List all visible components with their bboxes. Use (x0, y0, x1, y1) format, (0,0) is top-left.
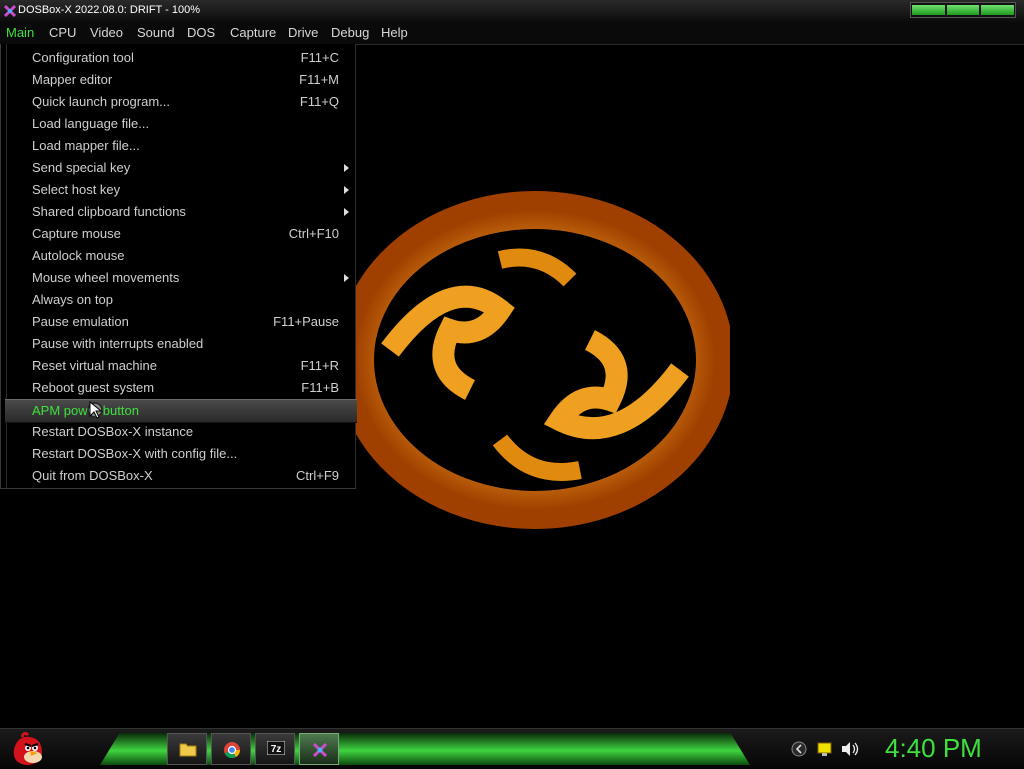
folder-icon (179, 743, 197, 757)
chrome-icon (224, 742, 241, 759)
dosbox-app-icon (3, 4, 17, 18)
menu-item-shared-clipboard[interactable]: Shared clipboard functions (7, 201, 355, 223)
menu-item-configuration-tool[interactable]: Configuration tool F11+C (7, 47, 355, 69)
menu-help[interactable]: Help (381, 25, 408, 40)
menu-debug[interactable]: Debug (331, 25, 369, 40)
taskbar: 7z 4:40 PM (0, 728, 1024, 769)
taskbar-chrome-button[interactable] (211, 733, 251, 765)
menu-item-reboot-guest[interactable]: Reboot guest system F11+B (7, 377, 355, 399)
minimize-button[interactable] (912, 5, 945, 15)
window-controls (910, 2, 1016, 18)
dosbox-icon (312, 742, 328, 758)
window-title: DOSBox-X 2022.08.0: DRIFT - 100% (18, 4, 200, 16)
chevron-left-icon[interactable] (791, 741, 807, 757)
menu-sound[interactable]: Sound (137, 25, 175, 40)
menu-video[interactable]: Video (90, 25, 123, 40)
angry-bird-icon[interactable] (6, 729, 46, 769)
taskbar-7zip-button[interactable]: 7z (255, 733, 295, 765)
taskbar-clock[interactable]: 4:40 PM (885, 733, 982, 764)
menu-item-pause-emulation[interactable]: Pause emulation F11+Pause (7, 311, 355, 333)
menu-main[interactable]: Main (6, 25, 34, 40)
submenu-arrow-icon (344, 274, 349, 282)
menu-item-reset-vm[interactable]: Reset virtual machine F11+R (7, 355, 355, 377)
menu-drive[interactable]: Drive (288, 25, 318, 40)
menu-item-quit[interactable]: Quit from DOSBox-X Ctrl+F9 (7, 465, 355, 487)
mouse-cursor-icon (87, 400, 103, 419)
title-bar: DOSBox-X 2022.08.0: DRIFT - 100% (0, 0, 1024, 23)
menu-cpu[interactable]: CPU (49, 25, 76, 40)
menu-item-load-language[interactable]: Load language file... (7, 113, 355, 135)
menu-item-load-mapper[interactable]: Load mapper file... (7, 135, 355, 157)
notification-icon[interactable] (817, 742, 832, 756)
menu-item-mapper-editor[interactable]: Mapper editor F11+M (7, 69, 355, 91)
menu-item-autolock-mouse[interactable]: Autolock mouse (7, 245, 355, 267)
submenu-arrow-icon (344, 164, 349, 172)
svg-text:7z: 7z (271, 744, 282, 755)
menu-bar: Main CPU Video Sound DOS Capture Drive D… (0, 22, 1024, 45)
menu-item-capture-mouse[interactable]: Capture mouse Ctrl+F10 (7, 223, 355, 245)
menu-item-apm-power-button[interactable]: APM power button (5, 399, 357, 423)
taskbar-folder-button[interactable] (167, 733, 207, 765)
close-button[interactable] (981, 5, 1015, 15)
7zip-icon: 7z (267, 741, 285, 755)
main-menu-dropdown: Configuration tool F11+C Mapper editor F… (0, 44, 357, 489)
menu-item-restart-with-config[interactable]: Restart DOSBox-X with config file... (7, 443, 355, 465)
menu-item-send-special-key[interactable]: Send special key (7, 157, 355, 179)
volume-icon[interactable] (842, 742, 859, 756)
taskbar-dosbox-button[interactable] (299, 733, 339, 765)
menu-item-mouse-wheel[interactable]: Mouse wheel movements (7, 267, 355, 289)
maximize-button[interactable] (946, 5, 980, 15)
menu-capture[interactable]: Capture (230, 25, 276, 40)
menu-item-select-host-key[interactable]: Select host key (7, 179, 355, 201)
menu-item-always-on-top[interactable]: Always on top (7, 289, 355, 311)
submenu-arrow-icon (344, 208, 349, 216)
menu-item-pause-interrupts[interactable]: Pause with interrupts enabled (7, 333, 355, 355)
menu-item-restart-instance[interactable]: Restart DOSBox-X instance (7, 421, 355, 443)
submenu-arrow-icon (344, 186, 349, 194)
menu-dos[interactable]: DOS (187, 25, 215, 40)
menu-item-quick-launch[interactable]: Quick launch program... F11+Q (7, 91, 355, 113)
system-tray (791, 741, 859, 757)
flame-logo-artwork (336, 191, 730, 529)
